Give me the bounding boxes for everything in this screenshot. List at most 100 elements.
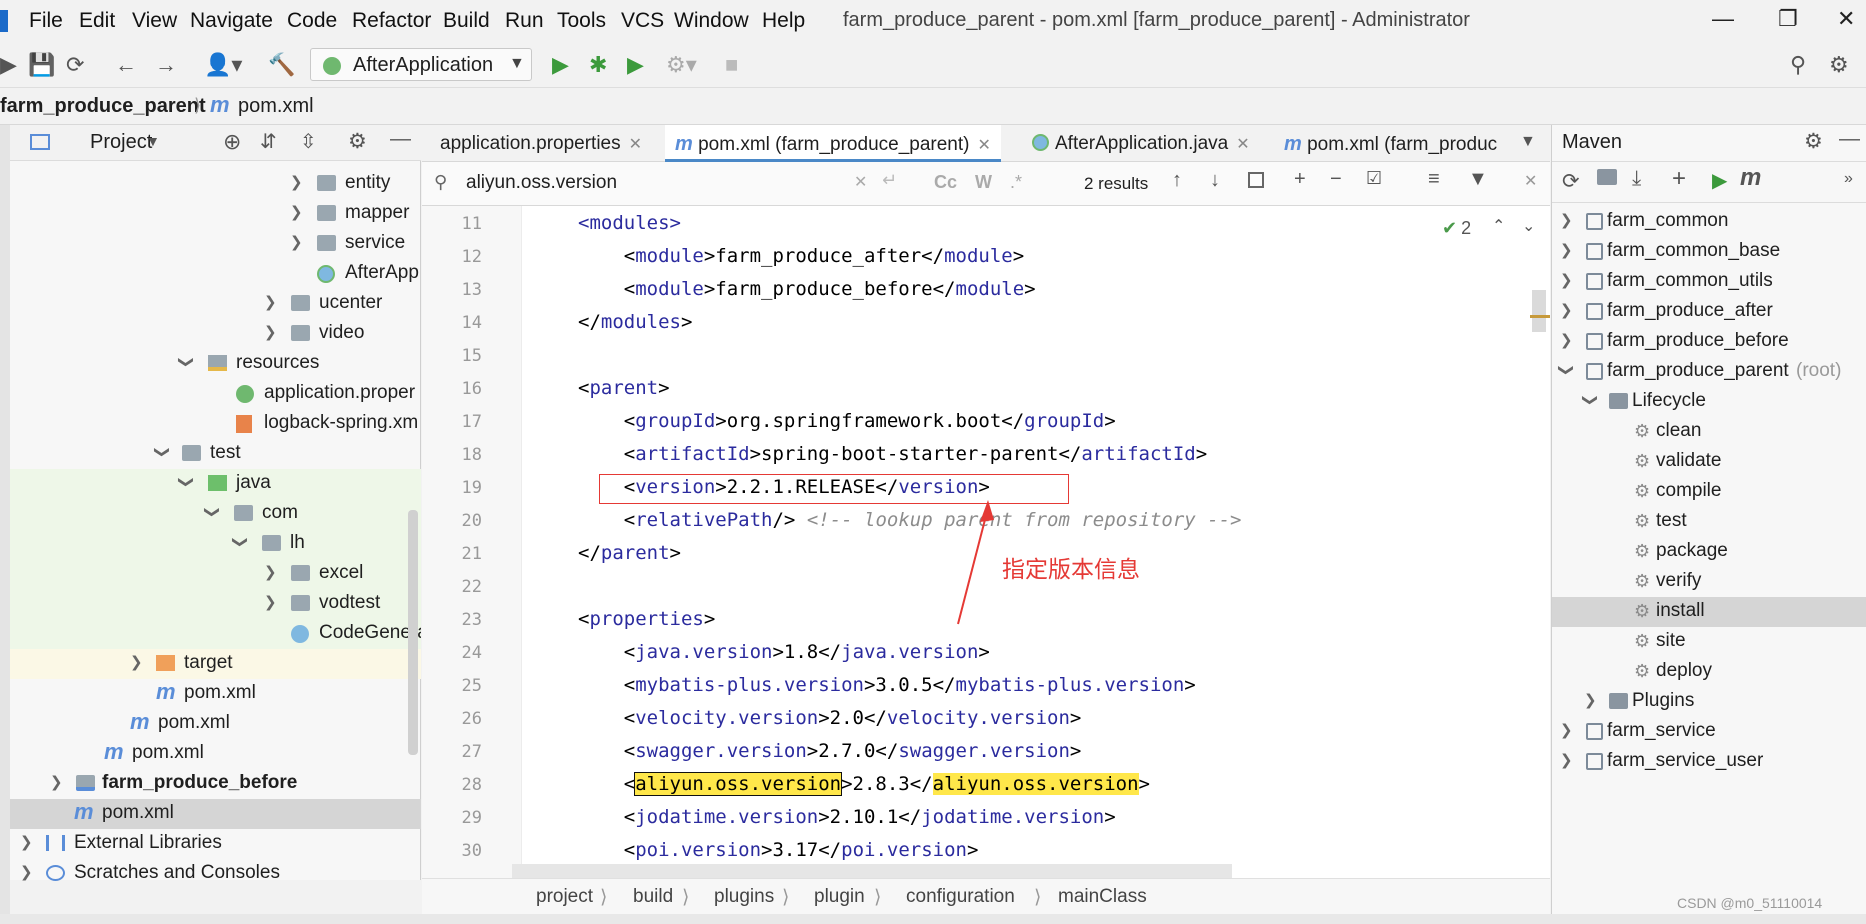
menu-navigate[interactable]: Navigate xyxy=(190,9,273,33)
collapse-all-icon[interactable]: ⇳ xyxy=(300,129,317,154)
tree-item-target[interactable]: ❯ target xyxy=(10,649,421,679)
chevron-right-icon[interactable]: ❯ xyxy=(1560,721,1573,739)
menu-help[interactable]: Help xyxy=(762,9,805,33)
chevron-down-icon[interactable]: ❯ xyxy=(1557,364,1575,377)
menu-view[interactable]: View xyxy=(132,9,177,33)
maven-project-farm-common[interactable]: ❯ farm_common xyxy=(1552,207,1866,237)
crumb-configuration[interactable]: configuration xyxy=(906,886,1015,908)
newline-icon[interactable]: ↵ xyxy=(882,170,897,191)
select-occurrences-icon[interactable]: ☑ xyxy=(1366,168,1382,189)
chevron-right-icon[interactable]: ❯ xyxy=(1560,211,1573,229)
chevron-right-icon[interactable]: ❯ xyxy=(1560,241,1573,259)
hide-panel-icon[interactable]: — xyxy=(1839,127,1860,151)
generate-sources-icon[interactable] xyxy=(1597,169,1617,185)
close-find-icon[interactable]: ✕ xyxy=(1524,171,1537,191)
crumb-project[interactable]: project xyxy=(536,886,593,908)
breadcrumb-file[interactable]: pom.xml xyxy=(238,95,314,118)
maven-goal-test[interactable]: ⚙ test xyxy=(1552,507,1866,537)
profile-icon[interactable]: ⚙▾ xyxy=(666,52,697,78)
maven-goal-site[interactable]: ⚙ site xyxy=(1552,627,1866,657)
chevron-right-icon[interactable]: ❯ xyxy=(290,173,303,191)
chevron-down-icon[interactable]: ❯ xyxy=(177,476,195,489)
tree-item-service[interactable]: ❯ service xyxy=(10,229,421,259)
chevron-down-icon[interactable]: ❯ xyxy=(231,536,249,549)
maven-goal-deploy[interactable]: ⚙ deploy xyxy=(1552,657,1866,687)
chevron-right-icon[interactable]: ❯ xyxy=(264,563,277,581)
filter-icon[interactable]: ▼ xyxy=(1468,168,1488,191)
previous-occurrence-icon[interactable]: ↑ xyxy=(1172,169,1182,192)
match-case-toggle[interactable]: Cc xyxy=(934,172,957,193)
tree-item-video[interactable]: ❯ video xyxy=(10,319,421,349)
menu-edit[interactable]: Edit xyxy=(79,9,115,33)
expand-all-icon[interactable]: ⇵ xyxy=(260,129,277,154)
maven-goal-clean[interactable]: ⚙ clean xyxy=(1552,417,1866,447)
close-tab-icon[interactable]: ✕ xyxy=(629,136,642,153)
close-tab-icon[interactable]: ✕ xyxy=(1236,136,1249,153)
menu-code[interactable]: Code xyxy=(287,9,337,33)
user-icon[interactable]: 👤▾ xyxy=(204,52,242,78)
chevron-down-icon[interactable]: ▼ xyxy=(146,133,160,149)
maven-project-farm-produce-parent[interactable]: ❯ farm_produce_parent (root) xyxy=(1552,357,1866,387)
tree-item-vodtest[interactable]: ❯ vodtest xyxy=(10,589,421,619)
chevron-right-icon[interactable]: ❯ xyxy=(20,833,33,851)
tree-item-java[interactable]: ❯ java xyxy=(10,469,421,499)
maven-project-farm-service[interactable]: ❯ farm_service xyxy=(1552,717,1866,747)
project-scrollbar[interactable] xyxy=(408,510,418,755)
reload-icon[interactable]: ⟳ xyxy=(1562,169,1580,194)
tree-item-logback[interactable]: logback-spring.xm xyxy=(10,409,421,439)
remove-occurrence-icon[interactable]: − xyxy=(1330,168,1342,191)
maven-project-farm-common-utils[interactable]: ❯ farm_common_utils xyxy=(1552,267,1866,297)
tree-item-entity[interactable]: ❯ entity xyxy=(10,169,421,199)
crumb-plugins[interactable]: plugins xyxy=(714,886,774,908)
maven-project-farm-common-base[interactable]: ❯ farm_common_base xyxy=(1552,237,1866,267)
tree-item-scratches[interactable]: ❯ Scratches and Consoles xyxy=(10,859,421,889)
maven-lifecycle[interactable]: ❯ Lifecycle xyxy=(1552,387,1866,417)
tree-item-codegenerator[interactable]: CodeGenera xyxy=(10,619,421,649)
gear-icon[interactable]: ⚙ xyxy=(348,129,367,154)
tree-item-pom[interactable]: m pom.xml xyxy=(10,739,421,769)
maven-project-farm-produce-before[interactable]: ❯ farm_produce_before xyxy=(1552,327,1866,357)
tree-item-ucenter[interactable]: ❯ ucenter xyxy=(10,289,421,319)
coverage-icon[interactable]: ▶ xyxy=(627,52,644,78)
chevron-right-icon[interactable]: ❯ xyxy=(1584,691,1597,709)
run-icon[interactable]: ▶ xyxy=(1712,168,1727,193)
debug-icon[interactable]: ✱ xyxy=(589,52,607,78)
select-all-icon[interactable] xyxy=(1248,172,1264,188)
gear-icon[interactable]: ⚙ xyxy=(1804,129,1823,154)
breadcrumb-project[interactable]: farm_produce_parent xyxy=(0,95,206,118)
menu-window[interactable]: Window xyxy=(674,9,749,33)
tree-item-test[interactable]: ❯ test xyxy=(10,439,421,469)
tree-item-pom[interactable]: m pom.xml xyxy=(10,679,421,709)
maximize-icon[interactable]: ❐ xyxy=(1778,6,1798,32)
sync-icon[interactable]: ⟳ xyxy=(66,52,84,78)
build-hammer-icon[interactable]: 🔨 xyxy=(268,52,295,78)
tab-application-properties[interactable]: application.properties ✕ xyxy=(440,125,642,162)
tabs-overflow-icon[interactable]: ▼ xyxy=(1520,133,1536,151)
chevron-right-icon[interactable]: ❯ xyxy=(264,323,277,341)
chevron-right-icon[interactable]: ❯ xyxy=(1560,301,1573,319)
project-panel-title[interactable]: Project xyxy=(90,131,152,154)
tree-item-mapper[interactable]: ❯ mapper xyxy=(10,199,421,229)
run-icon[interactable]: ▶ xyxy=(552,52,569,78)
folder-icon[interactable]: ▶ xyxy=(0,52,17,78)
clear-icon[interactable]: ✕ xyxy=(854,172,867,192)
settings-icon[interactable]: ⚙ xyxy=(1829,52,1849,78)
crumb-mainclass[interactable]: mainClass xyxy=(1058,886,1147,908)
filter-lines-icon[interactable]: ≡ xyxy=(1428,168,1440,191)
maven-goal-validate[interactable]: ⚙ validate xyxy=(1552,447,1866,477)
chevron-down-icon[interactable]: ❯ xyxy=(203,506,221,519)
chevron-right-icon[interactable]: ❯ xyxy=(1560,271,1573,289)
tree-item-lh[interactable]: ❯ lh xyxy=(10,529,421,559)
chevron-right-icon[interactable]: ❯ xyxy=(290,233,303,251)
tree-item-excel[interactable]: ❯ excel xyxy=(10,559,421,589)
tree-item-external-libraries[interactable]: ❯ External Libraries xyxy=(10,829,421,859)
whole-word-toggle[interactable]: W xyxy=(975,172,992,193)
chevron-right-icon[interactable]: ❯ xyxy=(1560,751,1573,769)
tree-item-farm-produce-before[interactable]: ❯ farm_produce_before xyxy=(10,769,421,799)
tree-item-application-properties[interactable]: application.proper xyxy=(10,379,421,409)
menu-build[interactable]: Build xyxy=(443,9,490,33)
menu-vcs[interactable]: VCS xyxy=(621,9,664,33)
locate-icon[interactable]: ⊕ xyxy=(223,129,241,155)
find-input[interactable]: aliyun.oss.version xyxy=(466,172,617,194)
maven-plugins[interactable]: ❯ Plugins xyxy=(1552,687,1866,717)
